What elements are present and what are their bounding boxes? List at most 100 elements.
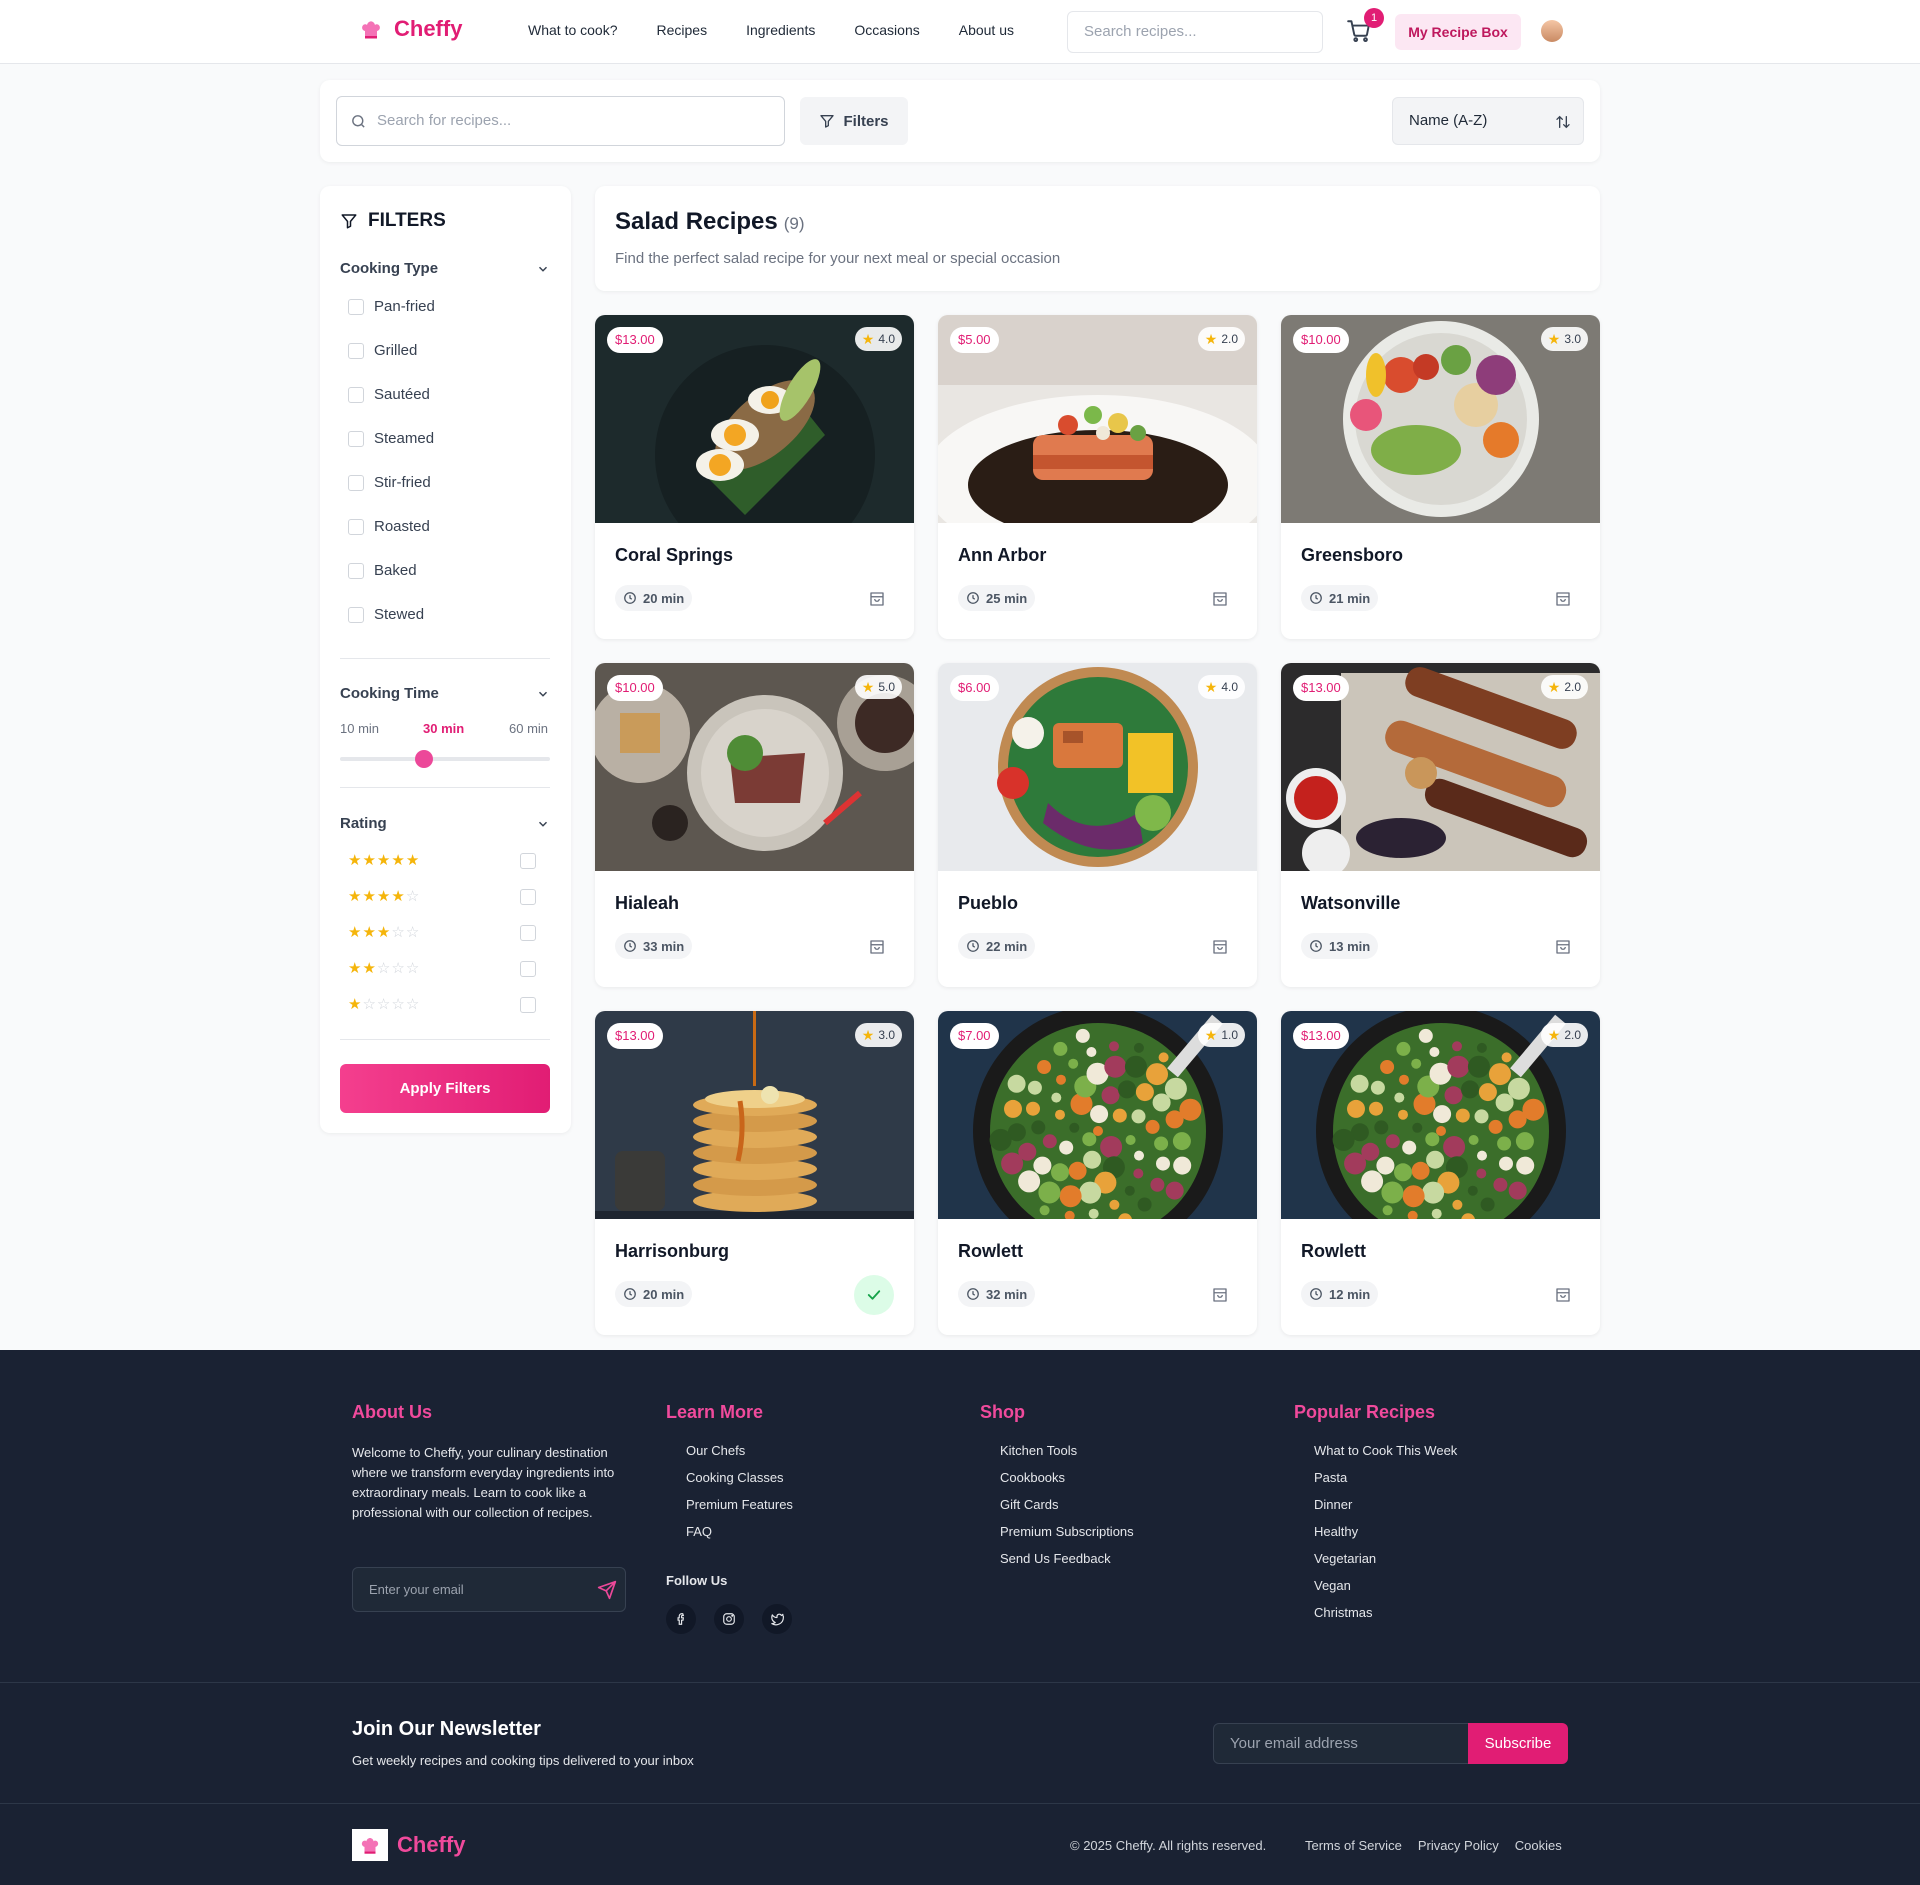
recipe-title[interactable]: Coral Springs <box>615 545 733 566</box>
recipe-title[interactable]: Pueblo <box>958 893 1018 914</box>
footer-logo[interactable]: Cheffy <box>352 1829 465 1861</box>
footer-link[interactable]: Vegetarian <box>1314 1551 1457 1566</box>
footer-link[interactable]: Cookbooks <box>1000 1470 1134 1485</box>
facebook-icon[interactable] <box>666 1604 696 1634</box>
footer-link[interactable]: Cooking Classes <box>686 1470 793 1485</box>
recipe-title[interactable]: Ann Arbor <box>958 545 1046 566</box>
rating-checkbox[interactable] <box>520 997 536 1013</box>
rating-checkbox[interactable] <box>520 853 536 869</box>
footer-link[interactable]: Kitchen Tools <box>1000 1443 1134 1458</box>
recipe-card[interactable]: $13.00 ★ 2.0 Watsonville 13 min <box>1281 663 1600 987</box>
footer-email-input[interactable]: Enter your email <box>352 1567 626 1612</box>
rating-stars-2[interactable]: ★ ★ ☆ ☆ ☆ <box>348 961 419 976</box>
checkbox[interactable] <box>348 606 364 623</box>
terms-link[interactable]: Terms of Service <box>1305 1838 1402 1853</box>
checkbox[interactable] <box>348 430 364 447</box>
recipe-card[interactable]: $6.00 ★ 4.0 Pueblo 22 min <box>938 663 1257 987</box>
cooking-type-option[interactable]: Sautéed <box>348 386 430 403</box>
recipe-title[interactable]: Rowlett <box>958 1241 1023 1262</box>
footer-link[interactable]: Send Us Feedback <box>1000 1551 1134 1566</box>
rating-stars-3[interactable]: ★ ★ ★ ☆ ☆ <box>348 925 419 940</box>
recipe-card[interactable]: $13.00 ★ 3.0 Harrisonburg 20 min <box>595 1011 914 1335</box>
recipe-title[interactable]: Hialeah <box>615 893 679 914</box>
apply-filters-button[interactable]: Apply Filters <box>340 1064 550 1113</box>
footer-link[interactable]: Gift Cards <box>1000 1497 1134 1512</box>
cooking-type-option[interactable]: Stir-fried <box>348 474 431 491</box>
privacy-link[interactable]: Privacy Policy <box>1418 1838 1499 1853</box>
nav-what-to-cook[interactable]: What to cook? <box>528 22 618 38</box>
add-to-box-button[interactable] <box>868 938 886 961</box>
cooking-type-option[interactable]: Steamed <box>348 430 434 447</box>
recipe-title[interactable]: Greensboro <box>1301 545 1403 566</box>
checkbox[interactable] <box>348 298 364 315</box>
brand-logo[interactable]: Cheffy <box>358 16 462 42</box>
recipe-card[interactable]: $13.00 ★ 2.0 Rowlett 12 min <box>1281 1011 1600 1335</box>
add-to-box-button[interactable] <box>1211 1286 1229 1309</box>
site-footer: About Us Welcome to Cheffy, your culinar… <box>0 1350 1920 1885</box>
instagram-icon[interactable] <box>714 1604 744 1634</box>
newsletter-email-input[interactable]: Your email address <box>1213 1723 1469 1764</box>
recipe-search-input[interactable]: Search for recipes... <box>336 96 785 146</box>
footer-link[interactable]: Pasta <box>1314 1470 1457 1485</box>
nav-about-us[interactable]: About us <box>959 22 1014 38</box>
add-to-box-button[interactable] <box>1554 1286 1572 1309</box>
footer-link[interactable]: Our Chefs <box>686 1443 793 1458</box>
recipe-card[interactable]: $10.00 ★ 3.0 Greensboro 21 min <box>1281 315 1600 639</box>
cooking-type-option[interactable]: Grilled <box>348 342 417 359</box>
add-to-box-button[interactable] <box>1211 938 1229 961</box>
rating-stars-4[interactable]: ★ ★ ★ ★ ☆ <box>348 889 419 904</box>
cooking-type-option[interactable]: Stewed <box>348 606 424 623</box>
checkbox[interactable] <box>348 386 364 403</box>
rating-header[interactable]: Rating <box>340 815 550 832</box>
nav-occasions[interactable]: Occasions <box>854 22 919 38</box>
nav-ingredients[interactable]: Ingredients <box>746 22 815 38</box>
user-avatar[interactable] <box>1541 20 1563 42</box>
cooking-type-option[interactable]: Baked <box>348 562 417 579</box>
rating-checkbox[interactable] <box>520 889 536 905</box>
cooking-type-option[interactable]: Roasted <box>348 518 430 535</box>
footer-link[interactable]: Premium Features <box>686 1497 793 1512</box>
recipe-title[interactable]: Rowlett <box>1301 1241 1366 1262</box>
cookies-link[interactable]: Cookies <box>1515 1838 1562 1853</box>
sort-select[interactable]: Name (A-Z) <box>1392 97 1584 145</box>
subscribe-button[interactable]: Subscribe <box>1468 1723 1568 1764</box>
footer-link[interactable]: What to Cook This Week <box>1314 1443 1457 1458</box>
nav-recipes[interactable]: Recipes <box>657 22 708 38</box>
recipe-card[interactable]: $7.00 ★ 1.0 Rowlett 32 min <box>938 1011 1257 1335</box>
cooking-type-header[interactable]: Cooking Type <box>340 260 550 277</box>
footer-link[interactable]: Dinner <box>1314 1497 1457 1512</box>
cooking-type-option[interactable]: Pan-fried <box>348 298 435 315</box>
footer-link[interactable]: Premium Subscriptions <box>1000 1524 1134 1539</box>
add-to-box-button[interactable] <box>1554 938 1572 961</box>
checkbox[interactable] <box>348 518 364 535</box>
recipe-title[interactable]: Watsonville <box>1301 893 1400 914</box>
rating-stars-5[interactable]: ★ ★ ★ ★ ★ <box>348 853 419 868</box>
rating-stars-1[interactable]: ★ ☆ ☆ ☆ ☆ <box>348 997 419 1012</box>
recipe-card[interactable]: $10.00 ★ 5.0 Hialeah 33 min <box>595 663 914 987</box>
rating-checkbox[interactable] <box>520 925 536 941</box>
recipe-card[interactable]: $13.00 ★ 4.0 Coral Springs 20 min <box>595 315 914 639</box>
add-to-box-button[interactable] <box>1211 590 1229 613</box>
added-check-button[interactable] <box>854 1275 894 1315</box>
header-search-input[interactable]: Search recipes... <box>1067 11 1323 53</box>
twitter-icon[interactable] <box>762 1604 792 1634</box>
recipe-card[interactable]: $5.00 ★ 2.0 Ann Arbor 25 min <box>938 315 1257 639</box>
footer-link[interactable]: Healthy <box>1314 1524 1457 1539</box>
footer-link[interactable]: FAQ <box>686 1524 793 1539</box>
footer-link[interactable]: Vegan <box>1314 1578 1457 1593</box>
add-to-box-button[interactable] <box>868 590 886 613</box>
cooking-time-header[interactable]: Cooking Time <box>340 685 550 702</box>
footer-link[interactable]: Christmas <box>1314 1605 1457 1620</box>
recipe-title[interactable]: Harrisonburg <box>615 1241 729 1262</box>
my-recipe-box-button[interactable]: My Recipe Box <box>1395 14 1521 50</box>
checkbox[interactable] <box>348 342 364 359</box>
filters-button[interactable]: Filters <box>800 97 908 145</box>
checkbox[interactable] <box>348 474 364 491</box>
add-to-box-button[interactable] <box>1554 590 1572 613</box>
rating-checkbox[interactable] <box>520 961 536 977</box>
clock-icon <box>1310 592 1322 604</box>
checkbox[interactable] <box>348 562 364 579</box>
cooking-time-slider-thumb[interactable] <box>415 750 433 768</box>
cooking-time-slider-track[interactable] <box>340 757 550 761</box>
send-icon[interactable] <box>597 1580 617 1600</box>
